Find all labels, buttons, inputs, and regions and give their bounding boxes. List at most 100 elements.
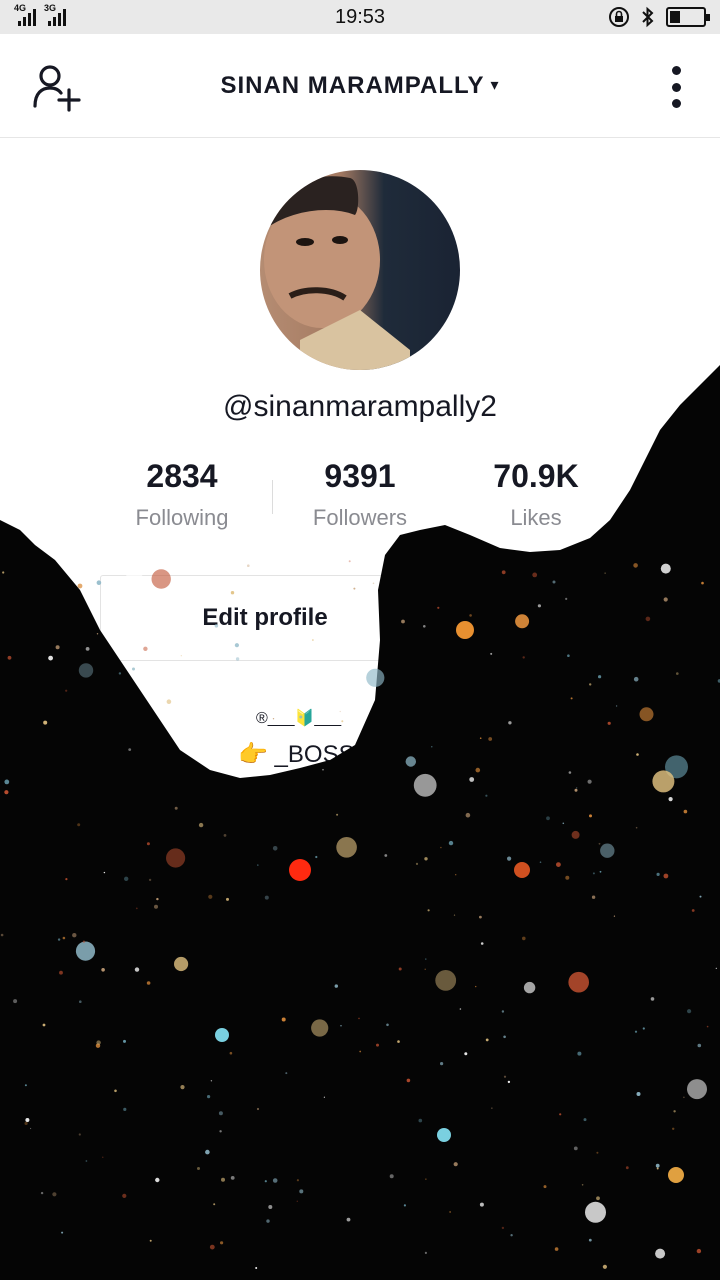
- particle: [523, 981, 536, 994]
- particle: [479, 1202, 484, 1207]
- particle: [0, 933, 4, 937]
- particle: [683, 809, 688, 814]
- particle: [663, 873, 669, 879]
- particle: [122, 1193, 127, 1198]
- particle: [348, 560, 351, 563]
- particle: [42, 1023, 46, 1027]
- particle: [613, 915, 616, 917]
- more-options-icon[interactable]: [670, 66, 682, 108]
- particle: [480, 942, 484, 945]
- particle: [397, 1040, 400, 1043]
- particle: [522, 656, 525, 659]
- avatar[interactable]: [260, 170, 460, 370]
- particle: [587, 779, 592, 784]
- particle: [701, 581, 704, 585]
- particle: [543, 1185, 547, 1189]
- particle: [336, 813, 339, 816]
- particle: [453, 1162, 458, 1167]
- particle: [264, 895, 269, 900]
- particle: [501, 1226, 505, 1230]
- particle: [315, 855, 318, 859]
- particle: [96, 1040, 101, 1045]
- particle: [656, 872, 660, 877]
- particle: [507, 856, 512, 861]
- particle: [565, 875, 570, 880]
- particle: [636, 753, 639, 756]
- particle: [546, 816, 550, 821]
- particle: [656, 1167, 659, 1170]
- stat-likes[interactable]: 70.9K Likes: [446, 458, 626, 531]
- particle: [48, 655, 53, 661]
- particle: [384, 854, 388, 857]
- particle: [247, 564, 250, 567]
- particle: [424, 857, 428, 861]
- account-switcher[interactable]: SINAN MARAMPALLY ▾: [0, 72, 720, 100]
- particle: [359, 1050, 362, 1053]
- particle: [706, 1025, 709, 1028]
- particle: [149, 1239, 152, 1242]
- particle: [672, 1127, 675, 1131]
- particle: [220, 1241, 224, 1245]
- particle: [24, 1121, 28, 1125]
- particle: [85, 1160, 88, 1162]
- particle: [77, 583, 83, 589]
- particle: [668, 1167, 684, 1183]
- particle: [415, 862, 419, 866]
- particle: [78, 663, 94, 678]
- particle: [668, 797, 673, 802]
- particle: [655, 1248, 666, 1259]
- particle: [556, 862, 561, 867]
- stat-followers[interactable]: 9391 Followers: [270, 458, 450, 531]
- particle: [634, 1030, 638, 1033]
- particle: [574, 788, 578, 792]
- particle: [577, 1051, 582, 1056]
- status-time: 19:53: [334, 5, 386, 28]
- particle: [128, 748, 132, 751]
- bio: ®___🔰___ 👉 _BOSS: [238, 708, 408, 778]
- particle: [491, 1107, 493, 1109]
- particle: [599, 870, 602, 873]
- particle: [52, 1192, 57, 1197]
- particle: [485, 794, 488, 797]
- chevron-down-icon: ▾: [490, 77, 500, 94]
- battery-icon: [666, 7, 710, 27]
- particle: [581, 1184, 584, 1186]
- particle: [272, 846, 278, 851]
- particle: [146, 842, 150, 846]
- stat-following[interactable]: 2834 Following: [92, 458, 272, 531]
- particle: [403, 1204, 406, 1207]
- particle: [583, 1118, 587, 1122]
- particle: [633, 676, 639, 682]
- particle: [174, 956, 189, 972]
- particle: [585, 1201, 606, 1223]
- particle: [655, 1163, 660, 1168]
- particle: [425, 1178, 427, 1180]
- particle: [294, 875, 299, 879]
- particle: [475, 985, 477, 988]
- particle: [665, 755, 688, 779]
- particle: [503, 1075, 507, 1078]
- particle: [7, 655, 12, 660]
- particle: [4, 790, 9, 795]
- particle: [464, 1052, 468, 1056]
- particle: [155, 1177, 160, 1183]
- particle: [607, 721, 611, 725]
- account-name: SINAN MARAMPALLY: [220, 72, 485, 99]
- particle: [635, 826, 638, 829]
- particle: [652, 770, 675, 793]
- following-label: Following: [135, 505, 229, 530]
- followers-label: Followers: [312, 505, 408, 530]
- particle: [96, 633, 99, 635]
- particle: [221, 1177, 225, 1182]
- particle: [40, 1191, 44, 1195]
- particle: [687, 1079, 707, 1100]
- profile-stats: 2834 Following 9391 Followers 70.9K Like…: [90, 458, 630, 538]
- edit-profile-button[interactable]: Edit profile: [100, 575, 430, 661]
- particle: [642, 1027, 645, 1030]
- particle: [567, 654, 570, 657]
- particle: [696, 1248, 702, 1254]
- particle: [123, 1107, 127, 1111]
- particle: [13, 999, 18, 1004]
- particle: [425, 958, 427, 960]
- particle: [697, 1043, 702, 1048]
